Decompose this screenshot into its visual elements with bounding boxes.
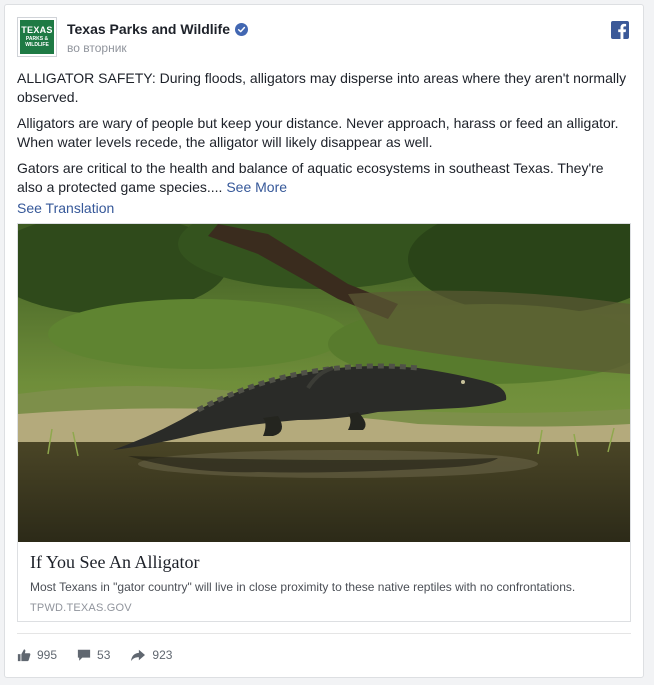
likes-count[interactable]: 995: [17, 648, 57, 662]
verified-badge-icon: [235, 22, 249, 36]
logo-line-1: TEXAS: [21, 25, 53, 35]
link-description: Most Texans in "gator country" will live…: [30, 580, 576, 594]
tpwd-logo: TEXAS PARKS & WILDLIFE: [20, 20, 54, 54]
facebook-icon[interactable]: [611, 21, 629, 39]
link-domain: TPWD.TEXAS.GOV: [30, 602, 132, 614]
comments-count[interactable]: 53: [77, 648, 110, 662]
comments-value: 53: [97, 648, 111, 662]
paragraph-3: Gators are critical to the health and ba…: [17, 159, 631, 197]
post-header: TEXAS PARKS & WILDLIFE Texas Parks and W…: [17, 17, 631, 61]
see-more-link[interactable]: See More: [226, 179, 287, 195]
link-title[interactable]: If You See An Alligator: [30, 552, 200, 573]
page-avatar[interactable]: TEXAS PARKS & WILDLIFE: [17, 17, 57, 57]
comment-icon: [77, 649, 91, 661]
link-attachment[interactable]: If You See An Alligator Most Texans in "…: [17, 223, 631, 622]
paragraph-2: Alligators are wary of people but keep y…: [17, 115, 619, 150]
like-icon: [17, 649, 31, 662]
share-icon: [131, 649, 146, 662]
paragraph-3-text: Gators are critical to the health and ba…: [17, 160, 604, 195]
post-text: ALLIGATOR SAFETY: During floods, alligat…: [17, 69, 631, 218]
likes-value: 995: [37, 648, 58, 662]
post-card: TEXAS PARKS & WILDLIFE Texas Parks and W…: [4, 4, 644, 678]
shares-count[interactable]: 923: [130, 648, 172, 662]
post-timestamp[interactable]: во вторник: [67, 41, 127, 55]
paragraph-1: ALLIGATOR SAFETY: During floods, alligat…: [17, 70, 627, 105]
logo-line-3: WILDLIFE: [25, 42, 49, 48]
alligator-photo[interactable]: [18, 224, 630, 542]
footer-divider: [17, 633, 631, 634]
post-footer: 995 53 923: [17, 645, 192, 665]
shares-value: 923: [152, 648, 173, 662]
see-translation-link[interactable]: See Translation: [17, 199, 631, 218]
page-name[interactable]: Texas Parks and Wildlife: [67, 21, 230, 37]
page-name-link[interactable]: Texas Parks and Wildlife: [67, 21, 249, 37]
alligator-photo-graphic: [18, 224, 630, 542]
